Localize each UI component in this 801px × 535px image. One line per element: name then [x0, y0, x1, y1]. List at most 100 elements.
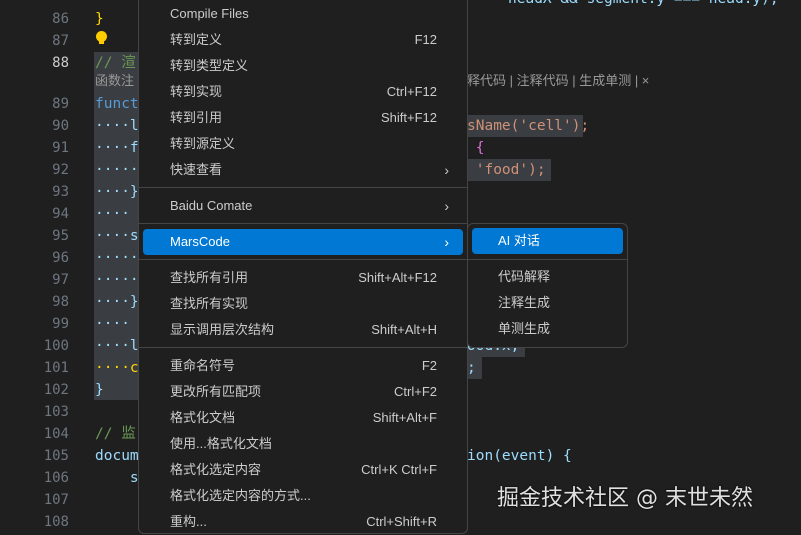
context-menu: Compile Files 转到定义 F12 转到类型定义 转到实现 Ctrl+F12 转到… — [138, 0, 468, 534]
menu-item-label: 转到实现 — [170, 84, 223, 99]
line-number: 100 — [43, 338, 69, 354]
line-number: 93 — [52, 184, 69, 200]
menu-item-shortcut: Ctrl+Shift+R — [366, 514, 437, 529]
submenu-item[interactable]: 代码解释 — [472, 264, 623, 290]
code-line-right: ion(event) { — [467, 448, 572, 464]
line-number: 92 — [52, 162, 69, 178]
menu-item[interactable]: 快速查看 › — [143, 157, 463, 183]
menu-item-shortcut: Shift+Alt+F — [372, 410, 437, 425]
submenu-item[interactable]: 单测生成 — [472, 316, 623, 342]
code-line-left: // 监 — [95, 426, 136, 442]
menu-item-label: 重命名符号 — [170, 358, 236, 373]
code-line-left: ····f — [95, 140, 139, 156]
menu-item-label: MarsCode — [170, 234, 230, 249]
menu-separator — [139, 223, 467, 224]
line-number: 91 — [52, 140, 69, 156]
menu-item[interactable]: 重命名符号 F2 — [143, 353, 463, 379]
menu-item-shortcut: Shift+Alt+H — [371, 322, 437, 337]
menu-item-label: 重构... — [170, 514, 207, 529]
code-line-left: ····l — [95, 118, 139, 134]
code-line-left: } — [95, 382, 104, 398]
line-number: 97 — [52, 272, 69, 288]
menu-item-label: 快速查看 — [170, 162, 223, 177]
menu-item[interactable]: 格式化选定内容 Ctrl+K Ctrl+F — [143, 457, 463, 483]
menu-item-shortcut: Ctrl+F12 — [386, 84, 437, 99]
code-line-left: ···· — [95, 316, 130, 332]
line-number: 89 — [52, 96, 69, 112]
line-number: 101 — [43, 360, 69, 376]
watermark: 掘金技术社区 @ 末世未然 — [497, 486, 753, 511]
menu-item[interactable]: 查找所有引用 Shift+Alt+F12 — [143, 265, 463, 291]
menu-item[interactable]: 使用...格式化文档 — [143, 431, 463, 457]
line-number: 102 — [43, 382, 69, 398]
menu-item-label: 格式化选定内容 — [170, 462, 262, 477]
code-line-left: s — [95, 470, 139, 486]
chevron-right-icon: › — [444, 198, 449, 214]
menu-item-label: 转到引用 — [170, 110, 223, 125]
menu-item[interactable]: 更改所有匹配项 Ctrl+F2 — [143, 379, 463, 405]
chevron-right-icon: › — [444, 162, 449, 178]
code-line-right: sName('cell'); — [467, 118, 590, 134]
menu-item-label: 使用...格式化文档 — [170, 436, 272, 451]
menu-item[interactable]: Compile Files — [143, 1, 463, 27]
line-number: 107 — [43, 492, 69, 508]
code-line-left: ····c — [95, 360, 139, 376]
chevron-right-icon: › — [444, 234, 449, 250]
menu-item[interactable]: 转到定义 F12 — [143, 27, 463, 53]
line-number: 106 — [43, 470, 69, 486]
code-line-85-fragment: headX && segment.y === head.y); — [508, 0, 779, 10]
submenu-item[interactable]: 注释生成 — [472, 290, 623, 316]
menu-item-shortcut: F12 — [414, 32, 437, 47]
submenu-item-label: 注释生成 — [498, 295, 551, 310]
line-number: 103 — [43, 404, 69, 420]
code-line-left: } — [95, 11, 104, 27]
line-number: 98 — [52, 294, 69, 310]
menu-item[interactable]: 格式化选定内容的方式... — [143, 483, 463, 509]
code-line-left: ····s — [95, 228, 139, 244]
menu-item[interactable]: MarsCode › — [143, 229, 463, 255]
menu-item-label: 格式化文档 — [170, 410, 236, 425]
code-line-right: ; — [467, 360, 476, 376]
menu-item[interactable]: 转到引用 Shift+F12 — [143, 105, 463, 131]
submenu-item-label: 代码解释 — [498, 269, 551, 284]
menu-item[interactable]: 格式化文档 Shift+Alt+F — [143, 405, 463, 431]
code-line-left: // 渲 — [95, 55, 136, 71]
menu-item[interactable]: 重构... Ctrl+Shift+R — [143, 509, 463, 535]
menu-separator — [468, 259, 627, 260]
code-line-left: ····} — [95, 294, 139, 310]
menu-item-label: Compile Files — [170, 6, 249, 21]
menu-item-shortcut: Shift+F12 — [380, 110, 437, 125]
menu-item-label: Baidu Comate — [170, 198, 253, 213]
submenu-item-label: AI 对话 — [498, 233, 540, 248]
code-line-left: ····} — [95, 184, 139, 200]
menu-item[interactable]: Baidu Comate › — [143, 193, 463, 219]
codelens-left[interactable]: 函数注 — [95, 72, 134, 90]
menu-item[interactable]: 显示调用层次结构 Shift+Alt+H — [143, 317, 463, 343]
line-number: 96 — [52, 250, 69, 266]
code-line-right: { — [467, 140, 485, 156]
codelens-actions[interactable]: 释代码 | 注释代码 | 生成单测 | × — [467, 72, 649, 90]
menu-item[interactable]: 转到类型定义 — [143, 53, 463, 79]
marscode-submenu: AI 对话代码解释注释生成单测生成 — [467, 223, 628, 348]
line-number: 99 — [52, 316, 69, 332]
line-number: 108 — [43, 514, 69, 530]
menu-item-label: 转到源定义 — [170, 136, 236, 151]
line-number: 87 — [52, 33, 69, 49]
menu-item[interactable]: 转到实现 Ctrl+F12 — [143, 79, 463, 105]
menu-item-label: 转到类型定义 — [170, 58, 249, 73]
line-number: 90 — [52, 118, 69, 134]
menu-item-shortcut: F2 — [421, 358, 437, 373]
submenu-item[interactable]: AI 对话 — [472, 228, 623, 254]
code-line-left: ···· — [95, 206, 130, 222]
menu-item-shortcut: Shift+Alt+F12 — [358, 270, 437, 285]
menu-item[interactable]: 转到源定义 — [143, 131, 463, 157]
code-line-left: funct — [95, 96, 139, 112]
line-number: 88 — [52, 55, 69, 71]
menu-separator — [139, 259, 467, 260]
menu-item-shortcut: Ctrl+K Ctrl+F — [361, 462, 437, 477]
lightbulb-icon[interactable] — [96, 31, 107, 44]
menu-item[interactable]: 查找所有实现 — [143, 291, 463, 317]
menu-separator — [139, 187, 467, 188]
submenu-item-label: 单测生成 — [498, 321, 551, 336]
menu-item-label: 查找所有实现 — [170, 296, 249, 311]
